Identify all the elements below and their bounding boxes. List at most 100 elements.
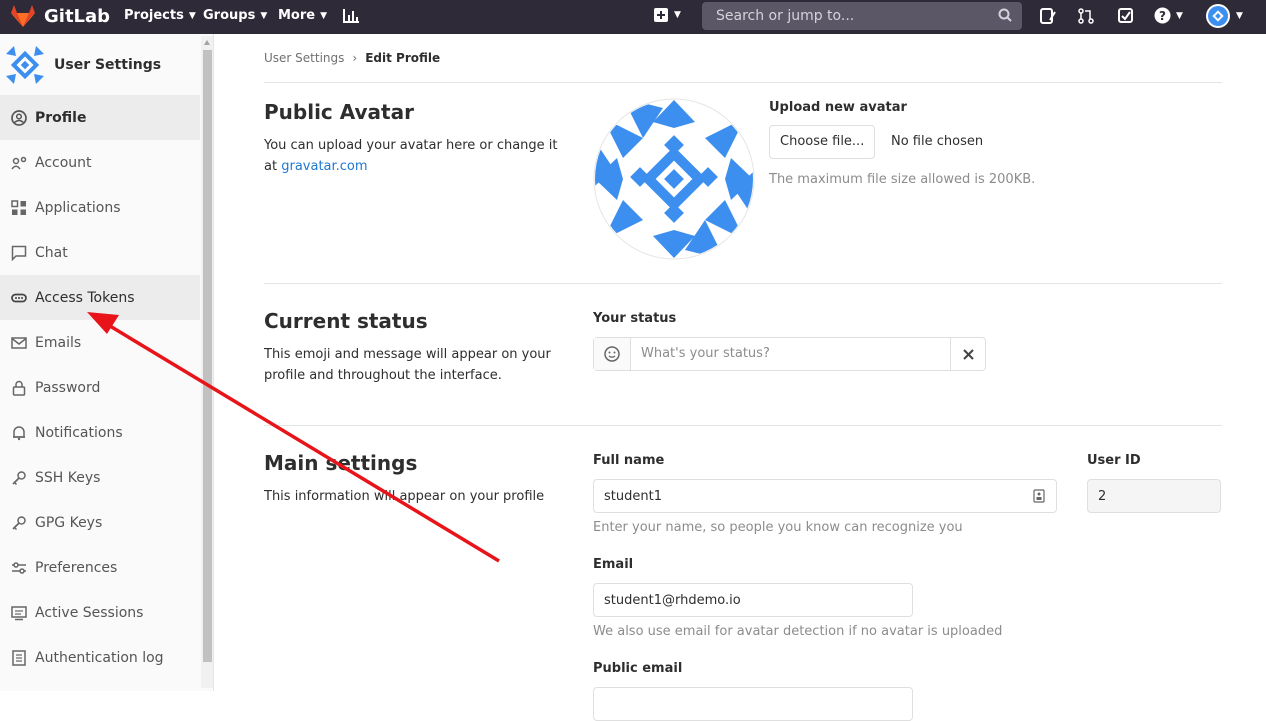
divider [264, 82, 1222, 83]
chevron-down-icon: ▼ [1236, 11, 1243, 21]
sidebar-item-label: GPG Keys [35, 514, 103, 531]
sidebar-item-account[interactable]: Account [0, 140, 200, 185]
status-input[interactable]: What's your status? [641, 346, 770, 361]
sidebar-item-label: Applications [35, 199, 121, 216]
emoji-button[interactable] [594, 338, 631, 370]
applications-icon [10, 199, 28, 217]
avatar-section-desc: You can upload your avatar here or chang… [264, 135, 564, 177]
nav-projects[interactable]: Projects ▼ [124, 8, 196, 23]
avatar [1206, 4, 1230, 28]
sidebar-item-applications[interactable]: Applications [0, 185, 200, 230]
user-avatar-icon [6, 45, 44, 84]
sidebar-item-label: Notifications [35, 424, 123, 441]
sidebar-item-preferences[interactable]: Preferences [0, 545, 200, 590]
sidebar-item-label: SSH Keys [35, 469, 101, 486]
breadcrumb: User Settings › Edit Profile [264, 51, 440, 65]
user-id-field: 2 [1087, 479, 1221, 513]
upload-avatar-label: Upload new avatar [769, 100, 907, 115]
search-icon [998, 8, 1012, 22]
sidebar-item-password[interactable]: Password [0, 365, 200, 410]
sessions-icon [10, 604, 28, 622]
sidebar-item-label: Preferences [35, 559, 118, 576]
full-name-field[interactable]: student1 [593, 479, 1057, 513]
account-icon [10, 154, 28, 172]
question-icon: ? [1154, 7, 1171, 24]
search-placeholder: Search or jump to... [716, 8, 855, 24]
sidebar-item-profile[interactable]: Profile [0, 95, 200, 140]
search-input[interactable]: Search or jump to... [702, 2, 1022, 30]
status-section-title: Current status [264, 309, 428, 333]
gitlab-logo[interactable]: GitLab [10, 4, 110, 28]
nav-more[interactable]: More ▼ [278, 8, 327, 23]
lock-icon [10, 379, 28, 397]
merge-requests-icon[interactable] [1078, 8, 1094, 24]
new-dropdown[interactable]: ▼ [654, 8, 681, 22]
sidebar-item-label: Emails [35, 334, 82, 351]
preferences-icon [10, 559, 28, 577]
sidebar-item-gpg-keys[interactable]: GPG Keys [0, 500, 200, 545]
avatar-size-help: The maximum file size allowed is 200KB. [769, 172, 1036, 187]
main-settings-desc: This information will appear on your pro… [264, 489, 545, 504]
gravatar-link[interactable]: gravatar.com [281, 159, 367, 174]
top-navbar: GitLab Projects ▼ Groups ▼ More ▼ ▼ Search … [0, 0, 1266, 34]
smiley-icon [604, 346, 620, 362]
profile-icon [10, 109, 28, 127]
chevron-down-icon: ▼ [320, 10, 328, 21]
sidebar-item-active-sessions[interactable]: Active Sessions [0, 590, 200, 635]
sidebar-item-chat[interactable]: Chat [0, 230, 200, 275]
log-icon [10, 649, 28, 667]
sidebar-item-label: Chat [35, 244, 68, 261]
sidebar-item-label: Account [35, 154, 92, 171]
scroll-up-arrow[interactable] [204, 40, 210, 45]
key-icon [10, 514, 28, 532]
nav-groups[interactable]: Groups ▼ [203, 8, 267, 23]
app-name: GitLab [44, 5, 111, 27]
main-settings-title: Main settings [264, 451, 418, 475]
full-name-help: Enter your name, so people you know can … [593, 520, 963, 535]
scrollbar-thumb[interactable] [203, 50, 212, 662]
sidebar-header[interactable]: User Settings [0, 34, 200, 96]
chevron-right-icon: › [352, 51, 358, 65]
email-label: Email [593, 557, 634, 572]
sidebar-item-authentication-log[interactable]: Authentication log [0, 635, 200, 680]
sidebar-item-label: Password [35, 379, 101, 396]
user-id-label: User ID [1087, 453, 1141, 468]
todos-icon[interactable] [1118, 8, 1134, 24]
sidebar-item-ssh-keys[interactable]: SSH Keys [0, 455, 200, 500]
breadcrumb-parent[interactable]: User Settings [264, 51, 344, 65]
sidebar-item-label: Profile [35, 109, 87, 126]
contact-card-icon [1033, 489, 1045, 503]
key-icon [10, 469, 28, 487]
email-field[interactable]: student1@rhdemo.io [593, 583, 913, 617]
sidebar: User Settings Profile Account Applicatio… [0, 34, 214, 691]
email-help: We also use email for avatar detection i… [593, 624, 1003, 639]
breadcrumb-current: Edit Profile [365, 51, 441, 65]
sidebar-item-emails[interactable]: Emails [0, 320, 200, 365]
svg-text:?: ? [1159, 9, 1166, 23]
clear-status-button[interactable] [950, 338, 986, 370]
bell-icon [10, 424, 28, 442]
sidebar-item-access-tokens[interactable]: Access Tokens [0, 275, 200, 320]
public-email-label: Public email [593, 661, 683, 676]
sidebar-item-label: Authentication log [35, 649, 164, 666]
avatar-section-title: Public Avatar [264, 100, 414, 124]
no-file-chosen-text: No file chosen [891, 134, 984, 149]
nav-label: More [278, 8, 316, 23]
sidebar-scrollbar[interactable] [201, 36, 213, 688]
choose-file-button[interactable]: Choose file... [769, 125, 876, 159]
sidebar-item-notifications[interactable]: Notifications [0, 410, 200, 455]
issues-icon[interactable] [1040, 8, 1056, 24]
close-icon [963, 348, 974, 360]
user-menu[interactable]: ▼ [1206, 4, 1243, 28]
full-name-value: student1 [604, 489, 662, 504]
chat-icon [10, 244, 28, 262]
chart-icon[interactable] [342, 8, 360, 24]
sidebar-title: User Settings [54, 56, 162, 73]
chevron-down-icon: ▼ [1176, 10, 1183, 21]
nav-label: Groups [203, 8, 256, 23]
divider [264, 283, 1222, 284]
public-email-select[interactable] [593, 687, 913, 721]
help-dropdown[interactable]: ? ▼ [1154, 7, 1183, 24]
nav-label: Projects [124, 8, 184, 23]
sidebar-item-label: Access Tokens [35, 289, 135, 306]
